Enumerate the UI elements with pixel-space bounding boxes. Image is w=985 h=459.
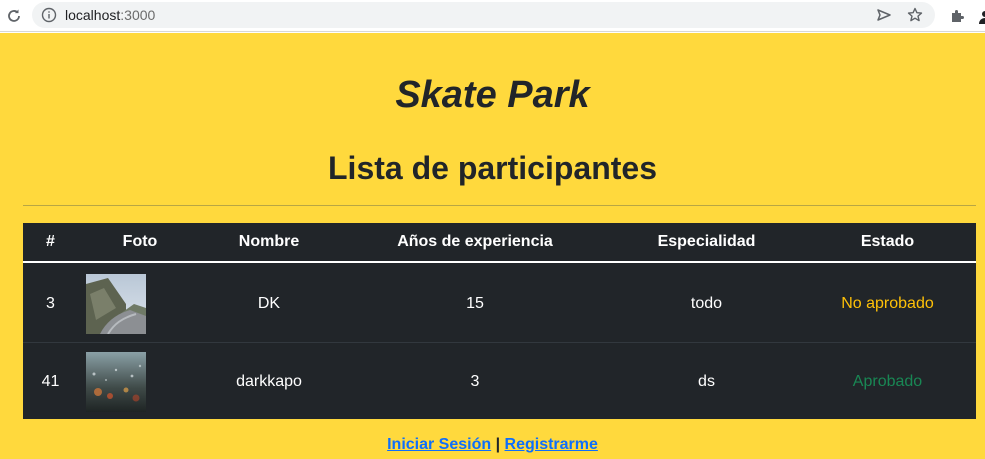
site-info-icon[interactable] bbox=[40, 6, 58, 24]
reload-icon[interactable] bbox=[2, 4, 26, 28]
send-icon[interactable] bbox=[875, 6, 893, 24]
participant-name: darkkapo bbox=[236, 373, 302, 390]
participant-id: 3 bbox=[46, 295, 55, 312]
header-photo: Foto bbox=[122, 233, 158, 250]
table-header: # Foto Nombre Años de experiencia Especi… bbox=[23, 223, 976, 263]
participant-status: Aprobado bbox=[852, 373, 923, 390]
participant-photo bbox=[86, 274, 146, 334]
link-separator: | bbox=[495, 436, 501, 453]
url-text: localhost:3000 bbox=[65, 7, 155, 23]
divider bbox=[23, 205, 976, 206]
register-link[interactable]: Registrarme bbox=[505, 436, 598, 453]
header-specialty: Especialidad bbox=[657, 233, 756, 250]
table-row: 3 DK 15 todo No aprobado bbox=[23, 265, 976, 342]
participant-name: DK bbox=[257, 295, 281, 312]
participants-table: # Foto Nombre Años de experiencia Especi… bbox=[23, 223, 976, 419]
participant-photo bbox=[86, 352, 146, 412]
header-experience: Años de experiencia bbox=[397, 233, 553, 250]
table-row: 41 darkkapo 3 ds Aprobado bbox=[23, 342, 976, 419]
site-title: Skate Park bbox=[395, 74, 590, 116]
address-bar[interactable]: localhost:3000 bbox=[32, 2, 935, 28]
profile-avatar-icon[interactable] bbox=[970, 4, 985, 28]
url-host: localhost bbox=[65, 7, 121, 23]
participant-specialty: todo bbox=[690, 295, 723, 312]
participant-specialty: ds bbox=[698, 373, 715, 390]
participant-experience: 15 bbox=[466, 295, 484, 312]
participant-status: No aprobado bbox=[841, 295, 934, 312]
header-number: # bbox=[46, 233, 55, 250]
participants-heading: Lista de participantes bbox=[328, 150, 657, 186]
auth-links: Iniciar Sesión | Registrarme bbox=[0, 436, 985, 454]
bookmark-star-icon[interactable] bbox=[906, 6, 924, 24]
browser-toolbar: localhost:3000 bbox=[0, 0, 985, 32]
url-port: :3000 bbox=[120, 7, 156, 23]
participant-experience: 3 bbox=[470, 373, 480, 390]
header-name: Nombre bbox=[238, 233, 300, 250]
page-body: Skate Park Lista de participantes # Foto… bbox=[0, 33, 985, 459]
extensions-puzzle-icon[interactable] bbox=[946, 4, 970, 28]
login-link[interactable]: Iniciar Sesión bbox=[387, 436, 491, 453]
participant-id: 41 bbox=[41, 373, 60, 390]
header-status: Estado bbox=[860, 233, 915, 250]
